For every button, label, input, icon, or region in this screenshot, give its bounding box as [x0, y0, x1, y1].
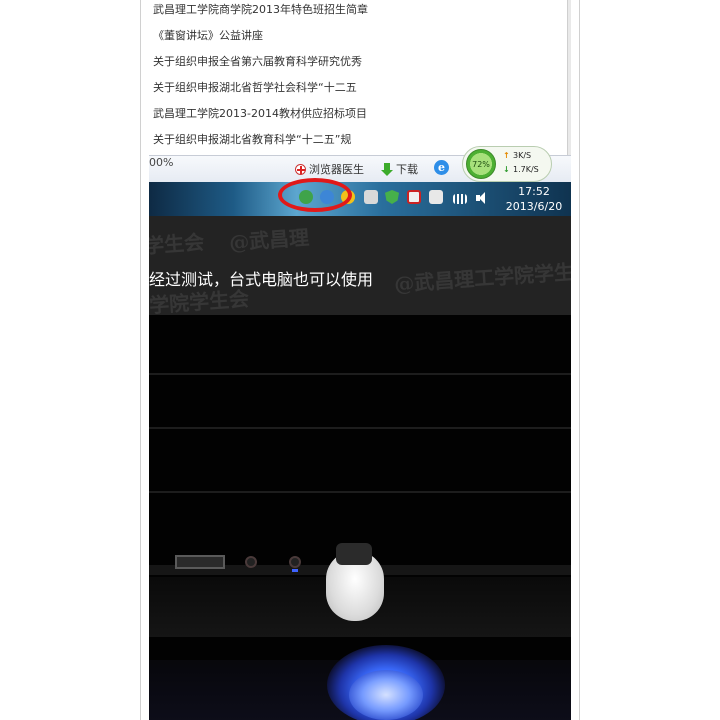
- upload-arrow-icon: ↑: [503, 151, 510, 160]
- power-button: [349, 670, 423, 720]
- ie-compat-button[interactable]: e: [434, 160, 449, 175]
- case-panel-line: [149, 373, 571, 375]
- audio-jack: [245, 556, 257, 568]
- news-link[interactable]: 《董窗讲坛》公益讲座: [153, 29, 563, 43]
- download-label: 下载: [396, 163, 418, 176]
- blue-led: [292, 569, 298, 572]
- case-panel-line: [149, 427, 571, 429]
- watermark: 学生会: [149, 229, 205, 259]
- download-speed: ↓ 1.7K/S: [503, 165, 539, 174]
- news-link[interactable]: 关于组织申报湖北省哲学社会科学“十二五: [153, 81, 563, 95]
- red-cross-icon: [295, 163, 306, 175]
- network-speed-widget[interactable]: 72% ↑ 3K/S ↓ 1.7K/S: [462, 146, 552, 182]
- news-link[interactable]: 关于组织申报全省第六届教育科学研究优秀: [153, 55, 563, 69]
- audio-jack: [289, 556, 301, 568]
- signal-icon[interactable]: [453, 194, 467, 204]
- caption-text: 经过测试，台式电脑也可以使用: [149, 270, 374, 289]
- news-link[interactable]: 武昌理工学院2013-2014教材供应招标项目: [153, 107, 563, 121]
- case-panel-line: [149, 491, 571, 493]
- news-link[interactable]: 关于组织申报湖北省教育科学“十二五”规: [153, 133, 563, 147]
- people-icon[interactable]: [364, 190, 378, 204]
- red-highlight-circle: [278, 178, 352, 212]
- clock-time: 17:52: [518, 185, 550, 198]
- vertical-scrollbar[interactable]: [567, 0, 571, 155]
- device-icon[interactable]: [429, 190, 443, 204]
- taskbar-clock[interactable]: 17:52 2013/6/20: [501, 184, 567, 214]
- watermark: @武昌理: [228, 225, 310, 255]
- network-error-icon[interactable]: [407, 190, 421, 204]
- upload-speed: ↑ 3K/S: [503, 151, 531, 160]
- browser-doctor-button[interactable]: 浏览器医生: [295, 161, 364, 177]
- pc-photo: [149, 315, 571, 720]
- news-link[interactable]: 武昌理工学院商学院2013年特色班招生简章: [153, 3, 563, 17]
- download-speed-value: 1.7K/S: [513, 165, 539, 174]
- browser-doctor-label: 浏览器医生: [309, 163, 364, 176]
- download-arrow-icon: [381, 162, 393, 176]
- browser-screenshot: 武昌理工学院商学院2013年特色班招生简章 《董窗讲坛》公益讲座 关于组织申报全…: [149, 0, 571, 182]
- download-small-arrow-icon: ↓: [503, 165, 510, 174]
- bluetooth-dongle: [326, 543, 384, 621]
- shield-icon[interactable]: [385, 190, 399, 204]
- watermark: @武昌理工学院学生: [393, 259, 571, 297]
- volume-icon[interactable]: [476, 192, 488, 204]
- browser-status-bar: 浏览器医生 下载 e 72% ↑ 3K/S ↓ 1.7K/S 00%: [149, 146, 571, 182]
- clock-date: 2013/6/20: [505, 200, 563, 213]
- ie-icon: e: [434, 160, 449, 175]
- cpu-usage-ring: 72%: [466, 149, 496, 179]
- download-button[interactable]: 下载: [381, 161, 418, 177]
- upload-speed-value: 3K/S: [513, 151, 532, 160]
- usb-port: [175, 555, 225, 569]
- windows-taskbar: 17:52 2013/6/20: [149, 178, 571, 216]
- caption-band: 学生会 @武昌理 @武昌理工学院学生 学院学生会 经过测试，台式电脑也可以使用: [149, 216, 571, 315]
